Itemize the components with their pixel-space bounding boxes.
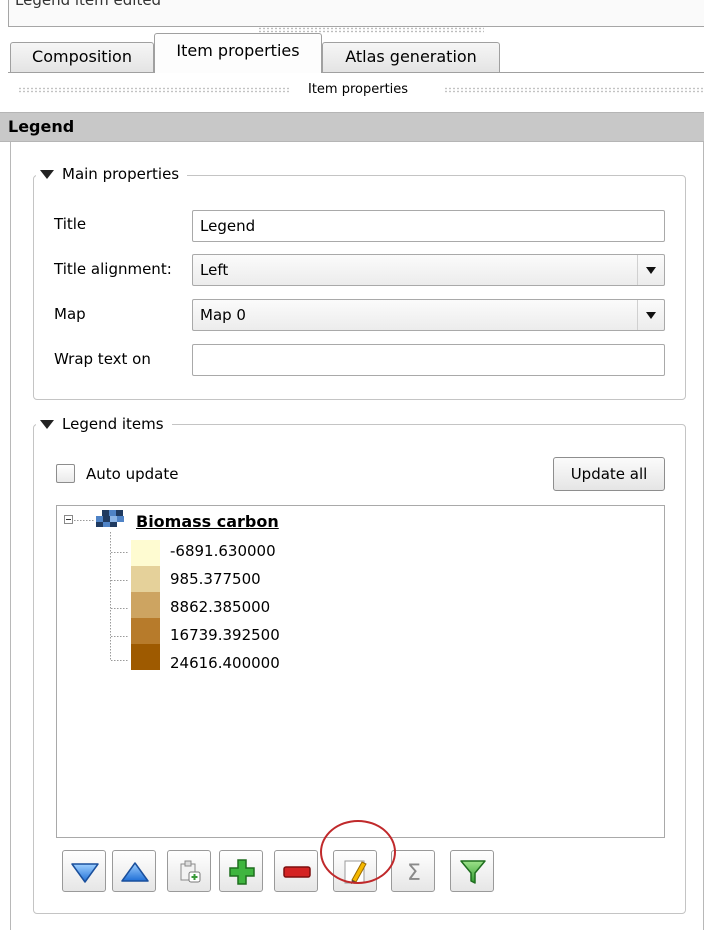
collapse-expander-icon[interactable] [64, 515, 73, 524]
title-input[interactable]: Legend [192, 210, 665, 242]
minus-icon [283, 866, 311, 878]
highlight-annotation [320, 820, 396, 884]
auto-update-checkbox[interactable] [56, 464, 75, 483]
triangle-up-icon [121, 862, 149, 882]
legend-items-toggle[interactable]: Legend items [36, 415, 172, 433]
dock-grip-left[interactable] [18, 87, 290, 93]
status-text: Legend item edited [15, 0, 162, 9]
auto-update-label[interactable]: Auto update [86, 465, 178, 483]
section-header[interactable]: Legend [0, 112, 704, 142]
update-all-button[interactable]: Update all [553, 457, 665, 491]
raster-layer-icon [96, 510, 124, 532]
title-label: Title [54, 215, 87, 233]
filter-legend-button[interactable] [450, 850, 494, 892]
main-properties-title: Main properties [62, 165, 180, 183]
chevron-down-icon [646, 267, 656, 274]
move-down-button[interactable] [62, 850, 106, 892]
collapse-triangle-icon [40, 419, 54, 429]
class-swatch [131, 644, 160, 670]
map-select[interactable]: Map 0 [192, 299, 665, 331]
class-label[interactable]: 16739.392500 [170, 626, 280, 644]
wrap-text-input[interactable] [192, 344, 665, 376]
class-swatch [131, 592, 160, 618]
triangle-down-icon [71, 863, 99, 883]
tab-divider [8, 72, 704, 73]
add-group-icon [180, 860, 201, 883]
title-alignment-label: Title alignment: [54, 260, 172, 278]
plus-icon [229, 859, 255, 885]
funnel-icon [460, 860, 486, 884]
sigma-icon: Σ [407, 861, 421, 886]
section-title: Legend [8, 117, 75, 136]
move-up-button[interactable] [112, 850, 156, 892]
chevron-down-icon [646, 312, 656, 319]
add-group-button[interactable] [167, 850, 211, 892]
class-label[interactable]: 8862.385000 [170, 598, 270, 616]
class-label[interactable]: -6891.630000 [170, 542, 276, 560]
status-strip: Legend item edited [8, 0, 704, 27]
map-value: Map 0 [200, 306, 246, 324]
count-features-button[interactable]: Σ [391, 850, 435, 892]
layer-name[interactable]: Biomass carbon [136, 512, 279, 531]
title-alignment-value: Left [200, 261, 229, 279]
tab-bar: Composition Item properties Atlas genera… [8, 33, 704, 73]
tab-item-properties[interactable]: Item properties [154, 33, 322, 73]
remove-item-button[interactable] [274, 850, 318, 892]
add-item-button[interactable] [219, 850, 263, 892]
dock-grip-right[interactable] [444, 87, 704, 93]
map-label: Map [54, 305, 86, 323]
svg-text:Σ: Σ [407, 861, 421, 886]
class-label[interactable]: 24616.400000 [170, 654, 280, 672]
class-swatch [131, 618, 160, 644]
class-swatch [131, 566, 160, 592]
tab-atlas-generation[interactable]: Atlas generation [322, 42, 500, 73]
wrap-text-label: Wrap text on [54, 350, 151, 368]
class-swatch [131, 540, 160, 566]
legend-items-title: Legend items [62, 415, 164, 433]
tab-composition[interactable]: Composition [10, 42, 154, 73]
title-alignment-select[interactable]: Left [192, 254, 665, 286]
main-properties-toggle[interactable]: Main properties [36, 165, 188, 183]
dock-title: Item properties [308, 82, 409, 97]
dock-header[interactable]: Item properties [8, 79, 704, 105]
class-label[interactable]: 985.377500 [170, 570, 261, 588]
collapse-triangle-icon [40, 169, 54, 179]
